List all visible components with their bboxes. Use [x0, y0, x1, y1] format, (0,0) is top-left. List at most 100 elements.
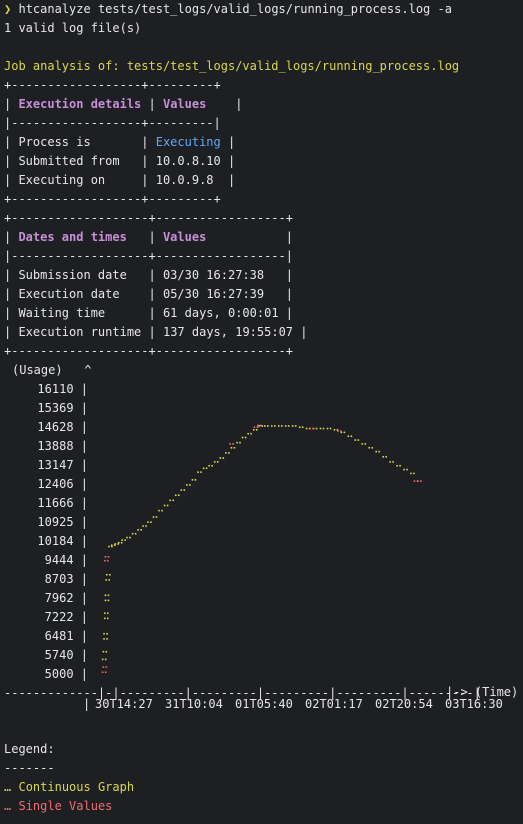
data-point [337, 430, 342, 432]
table-row: | Execution date | 05/30 16:27:39 | [4, 287, 294, 301]
data-point [319, 427, 325, 430]
table-row: | Submission date | 03/30 16:27:38 | [4, 268, 294, 282]
row-label: Submitted from [18, 154, 120, 168]
valid-count-line: 1 valid log file(s) [4, 21, 142, 35]
data-point [103, 632, 108, 635]
row-label: Execution date [18, 287, 120, 301]
row-value: 137 days, 19:55:07 [162, 325, 294, 339]
data-point [361, 443, 367, 445]
data-point [241, 436, 247, 439]
data-point [102, 666, 108, 668]
data-point [169, 499, 174, 502]
x-tick-label: 02T20:54 [375, 697, 433, 711]
row-value: 03/30 16:27:38 [162, 268, 265, 282]
data-point [103, 617, 109, 620]
data-point [284, 425, 290, 427]
data-point [180, 489, 186, 491]
data-point [389, 461, 394, 463]
data-point [174, 494, 180, 497]
data-point [309, 427, 314, 430]
table-header-left: Execution details [18, 97, 142, 111]
row-label: Process is [18, 135, 91, 149]
row-label: Waiting time [18, 306, 106, 320]
data-point [375, 450, 380, 453]
data-point [403, 468, 408, 471]
command-line: ❯ htcanalyze tests/test_logs/valid_logs/… [4, 0, 452, 19]
data-point [131, 532, 137, 535]
x-tick-label: 31T10:04 [165, 697, 223, 711]
usage-chart: (Usage) ^ 16110 | 15369 | 14628 | 13888 | 13… [0, 360, 523, 730]
terminal-window: ❯ htcanalyze tests/test_logs/valid_logs/… [0, 0, 523, 824]
x-axis-pipe: | [83, 697, 91, 711]
data-point [368, 446, 374, 449]
data-point [396, 464, 401, 467]
table-border: +-------------------+------------------+ [4, 344, 293, 358]
data-point [101, 658, 107, 661]
x-tick-label: 30T14:27 [95, 697, 153, 711]
x-tick-label: 03T16:30 [445, 697, 503, 711]
data-point [105, 579, 110, 581]
table-row: | Waiting time | 61 days, 0:00:01 | [4, 306, 293, 320]
table-row: | Execution runtime | 137 days, 19:55:07… [4, 325, 308, 339]
row-value: 10.0.8.10 [155, 154, 221, 168]
data-point [186, 484, 191, 486]
data-point [326, 427, 332, 430]
row-label: Submission date [18, 268, 127, 282]
legend-single-label: Single Values [18, 799, 113, 813]
data-point [230, 446, 236, 449]
prompt-symbol: ❯ [4, 2, 12, 16]
data-point [225, 452, 230, 454]
data-point [229, 443, 234, 445]
table-header-right: Values [162, 97, 207, 111]
data-point [236, 441, 241, 444]
data-point [382, 455, 387, 458]
row-label: Executing on [18, 173, 106, 187]
data-point [142, 525, 147, 527]
x-tick-label: 01T05:40 [235, 697, 293, 711]
table-header-row: | Execution details | Values | [4, 97, 243, 111]
x-tick-label: 02T01:17 [305, 697, 363, 711]
data-point [126, 536, 131, 539]
data-point [117, 541, 123, 544]
row-label: Execution runtime [18, 325, 142, 339]
data-point [106, 573, 111, 576]
data-point [104, 555, 110, 558]
table-border: +------------------+---------+ [4, 192, 221, 206]
data-point [121, 539, 126, 541]
data-point [163, 504, 169, 507]
data-point [137, 529, 142, 531]
command-text[interactable]: htcanalyze tests/test_logs/valid_logs/ru… [18, 2, 451, 16]
row-value: 05/30 16:27:39 [162, 287, 265, 301]
data-point [271, 425, 276, 427]
legend-item-continuous: … Continuous Graph [4, 778, 134, 797]
data-point [219, 457, 225, 459]
table-row: | Submitted from | 10.0.8.10 | [4, 154, 236, 168]
legend-continuous-label: Continuous Graph [18, 780, 135, 794]
table-header-left: Dates and times [18, 230, 127, 244]
data-point [152, 516, 158, 518]
legend-continuous-mark: … [4, 780, 12, 794]
data-point [291, 425, 297, 427]
data-point [277, 425, 283, 427]
table-header-right: Values [162, 230, 207, 244]
data-point [147, 521, 152, 523]
row-value: 61 days, 0:00:01 [162, 306, 279, 320]
data-point [252, 429, 258, 431]
legend-item-single: … Single Values [4, 797, 112, 816]
data-point [347, 435, 353, 438]
table-row: | Process is | Executing | [4, 135, 236, 149]
analysis-heading: Job analysis of: tests/test_logs/valid_l… [4, 59, 460, 73]
legend-title: Legend: [4, 742, 55, 756]
row-value: Executing [155, 135, 221, 149]
table-rule: |-------------------+------------------| [4, 249, 293, 263]
data-point [202, 467, 208, 470]
data-point [103, 559, 109, 562]
chart-plot-area: -------------|-|---------|---------|----… [4, 424, 481, 700]
data-point [264, 425, 269, 427]
data-point [354, 439, 360, 441]
data-point [191, 479, 197, 481]
data-point [213, 461, 219, 463]
data-point [417, 480, 422, 482]
legend-single-mark: … [4, 799, 12, 813]
data-point [103, 612, 109, 615]
